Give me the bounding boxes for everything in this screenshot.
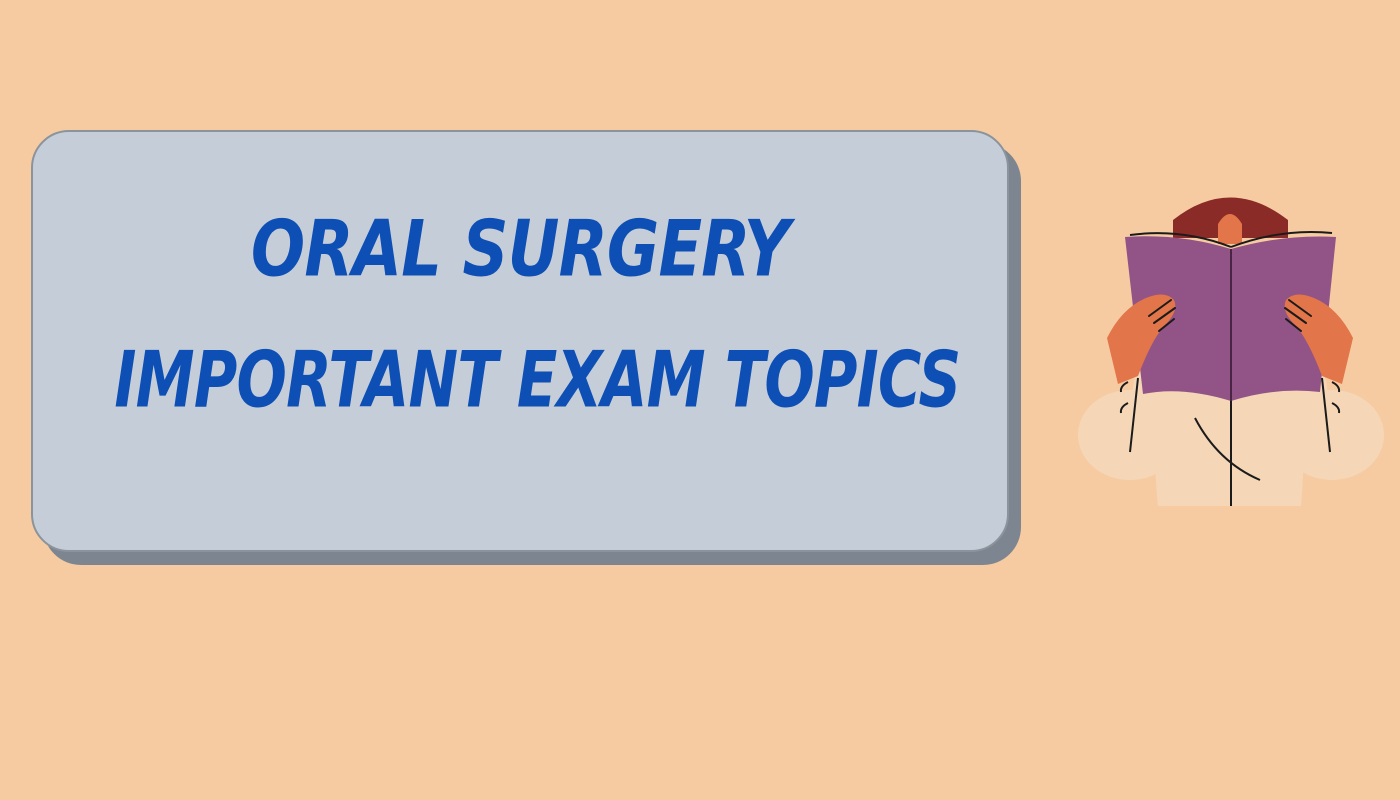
title-line-important-exam-topics: IMPORTANT EXAM TOPICS [114, 333, 961, 425]
person-reading-book-icon [1078, 197, 1384, 506]
title-line-oral-surgery: ORAL SURGERY [250, 202, 790, 294]
